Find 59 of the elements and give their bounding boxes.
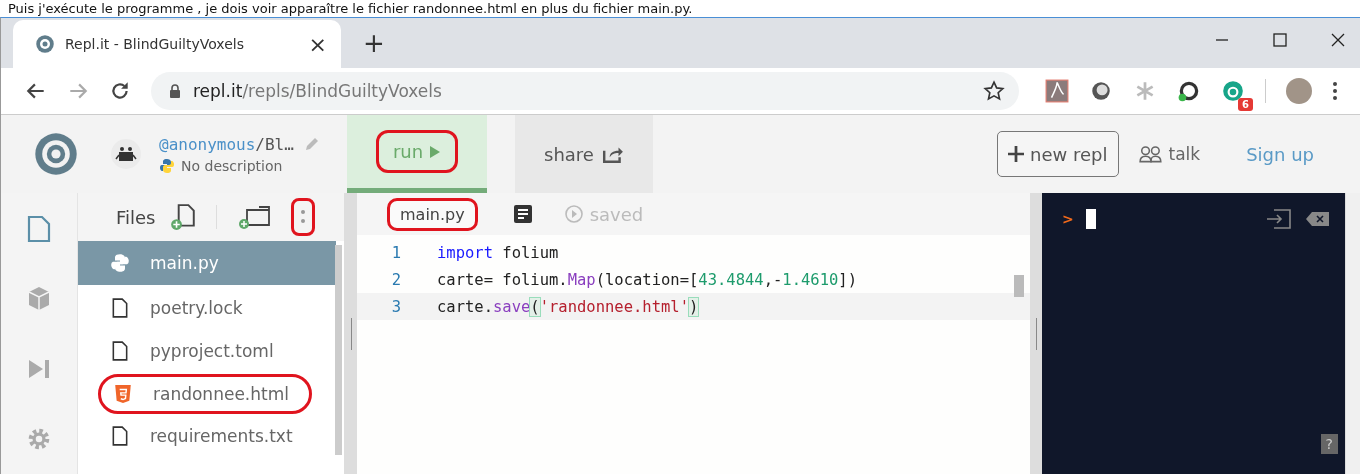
new-tab-button[interactable]: + xyxy=(363,28,385,58)
line-number: 2 xyxy=(390,270,402,289)
file-item[interactable]: pyproject.toml xyxy=(78,331,336,371)
line-number: 3 xyxy=(390,297,402,316)
add-file-icon[interactable] xyxy=(169,203,196,231)
file-icon[interactable] xyxy=(26,215,52,243)
html5-icon xyxy=(113,384,133,404)
robot-icon xyxy=(111,139,141,169)
line-number: 1 xyxy=(390,243,402,262)
caption-text: Puis j'exécute le programme , je dois voir apparaître le fichier randonnee.html en plus du fichier main.py. xyxy=(7,0,694,17)
new-repl-button[interactable]: new repl xyxy=(997,131,1119,177)
editor-tab[interactable]: main.py xyxy=(387,197,478,231)
tab-title: Repl.it - BlindGuiltyVoxels xyxy=(65,36,245,52)
history-icon xyxy=(563,204,584,224)
clear-icon[interactable] xyxy=(1304,209,1330,229)
maximize-icon[interactable] xyxy=(1272,32,1288,48)
file-icon xyxy=(110,341,130,361)
text-cursor xyxy=(1085,209,1096,229)
spiral-logo-icon xyxy=(35,34,55,54)
people-icon xyxy=(1138,145,1163,163)
description-text: No description xyxy=(181,157,283,174)
spiral-logo-icon[interactable] xyxy=(33,131,79,177)
python-icon xyxy=(159,157,175,174)
file-item[interactable]: main.py xyxy=(78,241,336,285)
add-folder-icon[interactable] xyxy=(236,203,271,231)
code-line: carte= folium.Map(location=[43.4844,-1.4610]) xyxy=(437,270,857,289)
address-bar[interactable]: repl.it/repls/BlindGuiltyVoxels xyxy=(151,72,1019,110)
talk-link[interactable]: talk xyxy=(1132,143,1207,165)
repl-name: /Bl… xyxy=(255,134,294,154)
input-arrow-icon[interactable] xyxy=(1266,209,1292,229)
notification-badge: 6 xyxy=(1238,98,1253,111)
circle-extension-icon[interactable] xyxy=(1089,79,1113,103)
share-button[interactable]: share xyxy=(515,115,653,193)
file-item[interactable]: requirements.txt xyxy=(78,416,336,456)
url-text: repl.it/repls/BlindGuiltyVoxels xyxy=(193,81,443,101)
close-tab-button[interactable]: × xyxy=(308,31,327,57)
file-item[interactable]: randonnee.html xyxy=(98,374,312,414)
saved-status: saved xyxy=(589,203,644,225)
plus-icon xyxy=(1008,146,1025,162)
browser-tab[interactable]: Repl.it - BlindGuiltyVoxels × xyxy=(13,20,341,68)
lock-icon xyxy=(169,84,181,98)
close-icon[interactable] xyxy=(1330,32,1346,48)
console-prompt: > xyxy=(1062,211,1074,227)
python-icon xyxy=(110,253,130,273)
avatar[interactable] xyxy=(1286,78,1312,104)
notes-icon[interactable] xyxy=(513,205,532,223)
help-button[interactable]: ? xyxy=(1320,434,1338,454)
files-title: Files xyxy=(116,206,156,228)
file-icon xyxy=(110,298,130,318)
reload-icon[interactable] xyxy=(109,80,131,102)
files-menu-button[interactable] xyxy=(290,198,315,236)
code-line: carte.save('randonnee.html') xyxy=(437,297,699,316)
file-icon xyxy=(110,426,130,446)
username-link[interactable]: @anonymous xyxy=(159,134,256,154)
more-icon[interactable] xyxy=(1332,81,1338,101)
file-item[interactable]: poetry.lock xyxy=(78,288,336,328)
star-icon[interactable] xyxy=(983,80,1005,102)
play-icon xyxy=(429,144,442,159)
code-line: import folium xyxy=(437,243,559,262)
